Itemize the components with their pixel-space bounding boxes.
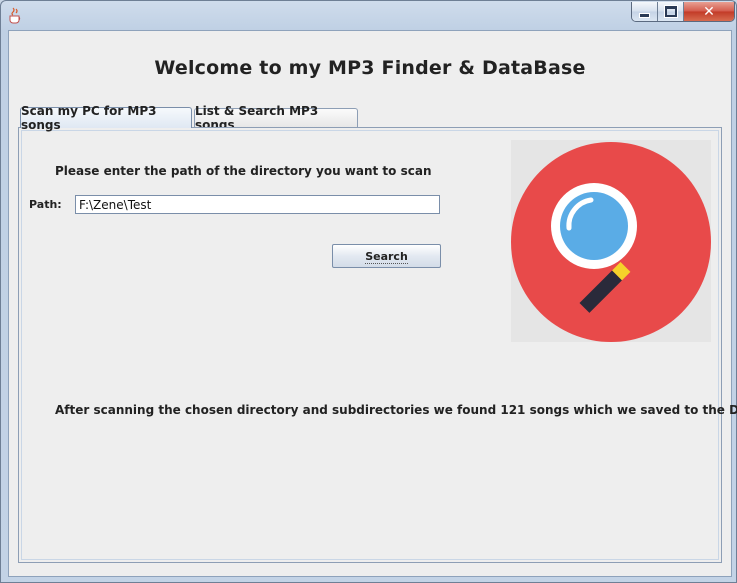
minimize-icon [639,12,650,18]
minimize-button[interactable] [632,2,658,21]
maximize-icon [663,5,678,18]
search-button[interactable]: Search [332,244,441,268]
scan-instruction: Please enter the path of the directory y… [55,164,432,178]
magnifier-illustration [511,140,711,342]
tab-scan-label: Scan my PC for MP3 songs [21,104,157,132]
title-bar[interactable]: ✕ [1,1,736,29]
close-button[interactable]: ✕ [684,2,734,21]
magnifier-icon [511,142,711,342]
window-controls: ✕ [631,2,735,22]
path-input[interactable] [75,195,440,214]
app-window: ✕ Welcome to my MP3 Finder & DataBase Sc… [0,0,737,583]
search-button-label: Search [365,249,408,264]
path-label: Path: [29,198,62,211]
client-area: Welcome to my MP3 Finder & DataBase Scan… [8,30,737,577]
tab-list-search[interactable]: List & Search MP3 songs [194,104,358,132]
tab-scan[interactable]: Scan my PC for MP3 songs [20,104,192,132]
scan-result-text: After scanning the chosen directory and … [55,403,737,417]
maximize-button[interactable] [658,2,684,21]
close-icon: ✕ [703,3,715,20]
java-cup-icon [7,6,23,24]
page-title: Welcome to my MP3 Finder & DataBase [154,57,586,79]
